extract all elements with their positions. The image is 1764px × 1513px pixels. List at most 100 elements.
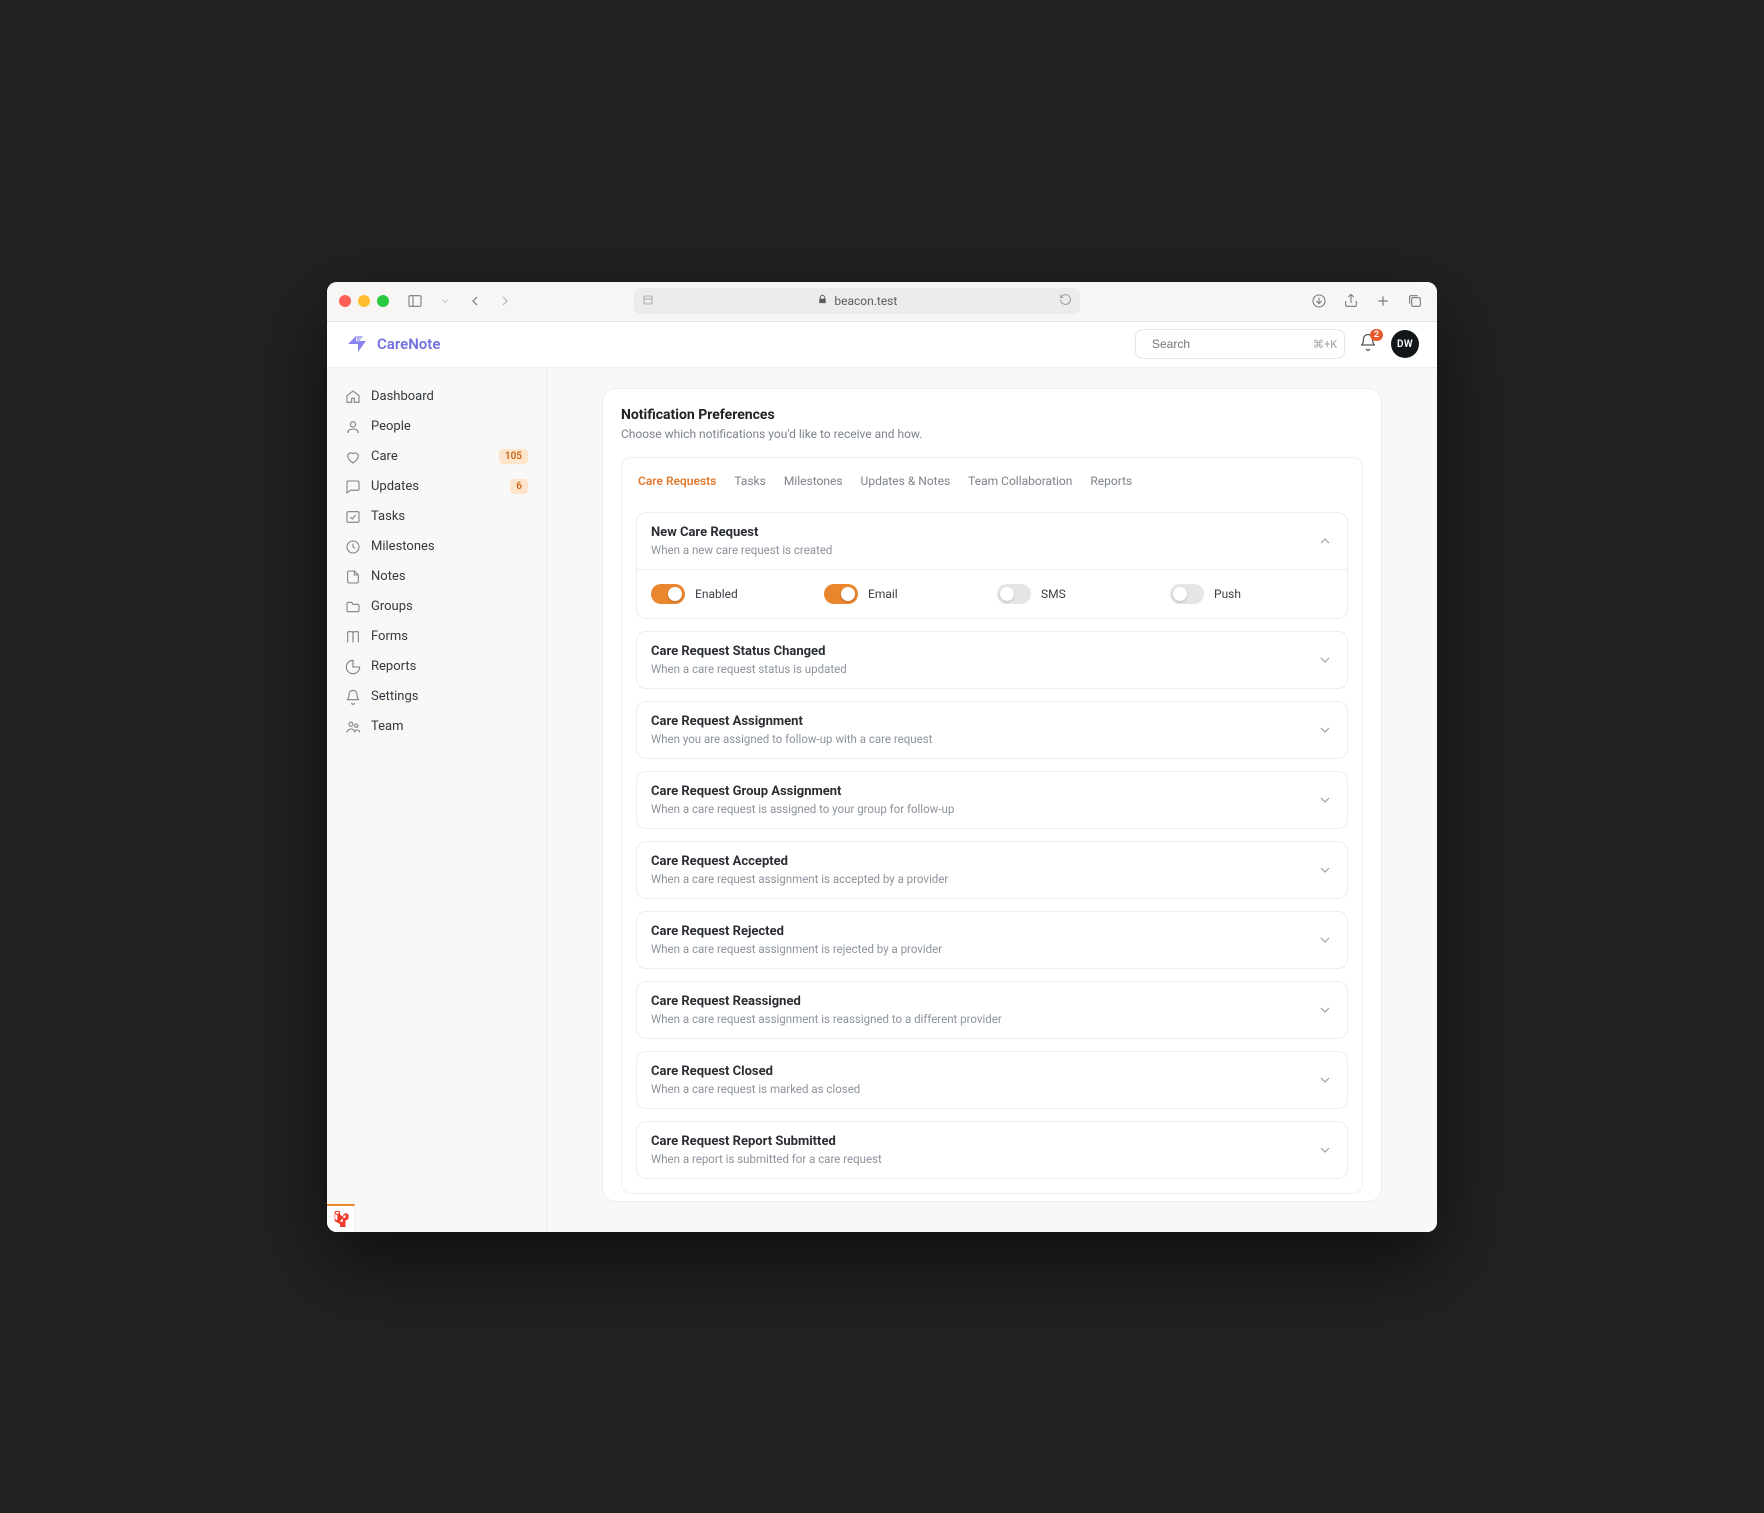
lock-icon bbox=[817, 294, 828, 308]
pref-desc: When a care request assignment is reassi… bbox=[651, 1012, 1307, 1026]
sidebar-item-count: 105 bbox=[499, 449, 528, 464]
content-area: Notification Preferences Choose which no… bbox=[547, 368, 1437, 1232]
sidebar-item-forms[interactable]: Forms bbox=[337, 622, 536, 652]
site-settings-icon[interactable] bbox=[642, 294, 654, 309]
push-switch[interactable] bbox=[1170, 584, 1204, 604]
pref-row-head[interactable]: Care Request RejectedWhen a care request… bbox=[637, 912, 1347, 968]
sms-switch[interactable] bbox=[997, 584, 1031, 604]
maximize-window-button[interactable] bbox=[377, 295, 389, 307]
sidebar-item-reports[interactable]: Reports bbox=[337, 652, 536, 682]
tabs-icon[interactable] bbox=[1405, 291, 1425, 311]
tab-team-collaboration[interactable]: Team Collaboration bbox=[968, 470, 1072, 492]
sidebar-item-label: Milestones bbox=[371, 539, 435, 554]
sidebar-item-settings[interactable]: Settings bbox=[337, 682, 536, 712]
pref-title: Care Request Assignment bbox=[651, 714, 1307, 729]
toggle-label: Push bbox=[1214, 587, 1241, 601]
toggle-enabled: Enabled bbox=[651, 584, 814, 604]
url-bar[interactable]: beacon.test bbox=[634, 288, 1080, 314]
pref-row-head[interactable]: Care Request Report SubmittedWhen a repo… bbox=[637, 1122, 1347, 1178]
pref-title: Care Request Closed bbox=[651, 1064, 1307, 1079]
sidebar-item-care[interactable]: Care105 bbox=[337, 442, 536, 472]
brand-logo[interactable]: CareNote bbox=[345, 332, 440, 356]
heart-icon bbox=[345, 449, 361, 465]
sidebar-item-label: Groups bbox=[371, 599, 413, 614]
chevron-down-icon bbox=[1317, 1072, 1333, 1088]
pref-row-head[interactable]: Care Request Closed When a care request i… bbox=[637, 1052, 1347, 1108]
page-title: Notification Preferences bbox=[621, 407, 1363, 423]
pref-row-head[interactable]: Care Request ReassignedWhen a care reque… bbox=[637, 982, 1347, 1038]
sidebar-item-notes[interactable]: Notes bbox=[337, 562, 536, 592]
forward-button[interactable] bbox=[495, 291, 515, 311]
pref-title: New Care Request bbox=[651, 525, 1307, 540]
preferences-panel: Notification Preferences Choose which no… bbox=[602, 388, 1382, 1202]
tab-milestones[interactable]: Milestones bbox=[784, 470, 843, 492]
flag-icon bbox=[345, 539, 361, 555]
pref-body: EnabledEmailSMSPush bbox=[637, 569, 1347, 618]
pref-row: Care Request Closed When a care request i… bbox=[636, 1051, 1348, 1109]
toggle-push: Push bbox=[1170, 584, 1333, 604]
chat-icon bbox=[345, 479, 361, 495]
logo-icon bbox=[345, 332, 369, 356]
minimize-window-button[interactable] bbox=[358, 295, 370, 307]
window-controls bbox=[339, 295, 389, 307]
sidebar-item-dashboard[interactable]: Dashboard bbox=[337, 382, 536, 412]
brand-name: CareNote bbox=[377, 335, 440, 353]
chevron-down-icon[interactable] bbox=[435, 291, 455, 311]
pref-title: Care Request Group Assignment bbox=[651, 784, 1307, 799]
chevron-down-icon bbox=[1317, 1002, 1333, 1018]
sidebar-item-label: Team bbox=[371, 719, 404, 734]
avatar[interactable]: DW bbox=[1391, 330, 1419, 358]
pref-desc: When you are assigned to follow-up with … bbox=[651, 732, 1307, 746]
pref-row-head[interactable]: Care Request Assignment When you are assi… bbox=[637, 702, 1347, 758]
sidebar-item-updates[interactable]: Updates6 bbox=[337, 472, 536, 502]
search-input[interactable]: ⌘+K bbox=[1135, 329, 1345, 359]
reload-icon[interactable] bbox=[1059, 293, 1072, 309]
pref-desc: When a care request assignment is accept… bbox=[651, 872, 1307, 886]
browser-toolbar: beacon.test bbox=[327, 282, 1437, 322]
share-icon[interactable] bbox=[1341, 291, 1361, 311]
notifications-button[interactable]: 2 bbox=[1359, 333, 1377, 355]
page-subtitle: Choose which notifications you'd like to… bbox=[621, 427, 1363, 441]
pref-row-head[interactable]: Care Request Status ChangedWhen a care r… bbox=[637, 632, 1347, 688]
tab-tasks[interactable]: Tasks bbox=[734, 470, 766, 492]
sidebar-item-label: Updates bbox=[371, 479, 419, 494]
chevron-down-icon bbox=[1317, 932, 1333, 948]
laravel-debug-icon[interactable] bbox=[327, 1204, 355, 1232]
pref-desc: When a care request is marked as closed bbox=[651, 1082, 1307, 1096]
chevron-down-icon bbox=[1317, 722, 1333, 738]
sidebar: Dashboard People Care105Updates6Tasks Miles… bbox=[327, 368, 547, 1232]
tab-updates-notes[interactable]: Updates & Notes bbox=[861, 470, 951, 492]
chevron-down-icon bbox=[1317, 1142, 1333, 1158]
tab-care-requests[interactable]: Care Requests bbox=[638, 470, 716, 492]
email-switch[interactable] bbox=[824, 584, 858, 604]
enabled-switch[interactable] bbox=[651, 584, 685, 604]
sidebar-item-team[interactable]: Team bbox=[337, 712, 536, 742]
sidebar-item-people[interactable]: People bbox=[337, 412, 536, 442]
url-host: beacon.test bbox=[834, 294, 897, 308]
toggle-sms: SMS bbox=[997, 584, 1160, 604]
sidebar-item-milestones[interactable]: Milestones bbox=[337, 532, 536, 562]
pref-row-head[interactable]: New Care Request When a new care request … bbox=[637, 513, 1347, 569]
pref-row-head[interactable]: Care Request AcceptedWhen a care request… bbox=[637, 842, 1347, 898]
pref-desc: When a new care request is created bbox=[651, 543, 1307, 557]
close-window-button[interactable] bbox=[339, 295, 351, 307]
notification-badge: 2 bbox=[1370, 329, 1383, 341]
sidebar-item-tasks[interactable]: Tasks bbox=[337, 502, 536, 532]
back-button[interactable] bbox=[465, 291, 485, 311]
sidebar-icon[interactable] bbox=[405, 291, 425, 311]
sidebar-item-groups[interactable]: Groups bbox=[337, 592, 536, 622]
pref-row-head[interactable]: Care Request Group AssignmentWhen a care… bbox=[637, 772, 1347, 828]
pref-row: Care Request Report SubmittedWhen a repo… bbox=[636, 1121, 1348, 1179]
chevron-up-icon bbox=[1317, 533, 1333, 549]
new-tab-icon[interactable] bbox=[1373, 291, 1393, 311]
sidebar-item-label: Settings bbox=[371, 689, 418, 704]
chevron-down-icon bbox=[1317, 862, 1333, 878]
pref-row: Care Request Assignment When you are assi… bbox=[636, 701, 1348, 759]
sidebar-item-label: Forms bbox=[371, 629, 408, 644]
user-icon bbox=[345, 419, 361, 435]
downloads-icon[interactable] bbox=[1309, 291, 1329, 311]
sidebar-item-label: People bbox=[371, 419, 411, 434]
sidebar-item-label: Reports bbox=[371, 659, 416, 674]
tab-reports[interactable]: Reports bbox=[1090, 470, 1132, 492]
search-field[interactable] bbox=[1152, 337, 1307, 351]
